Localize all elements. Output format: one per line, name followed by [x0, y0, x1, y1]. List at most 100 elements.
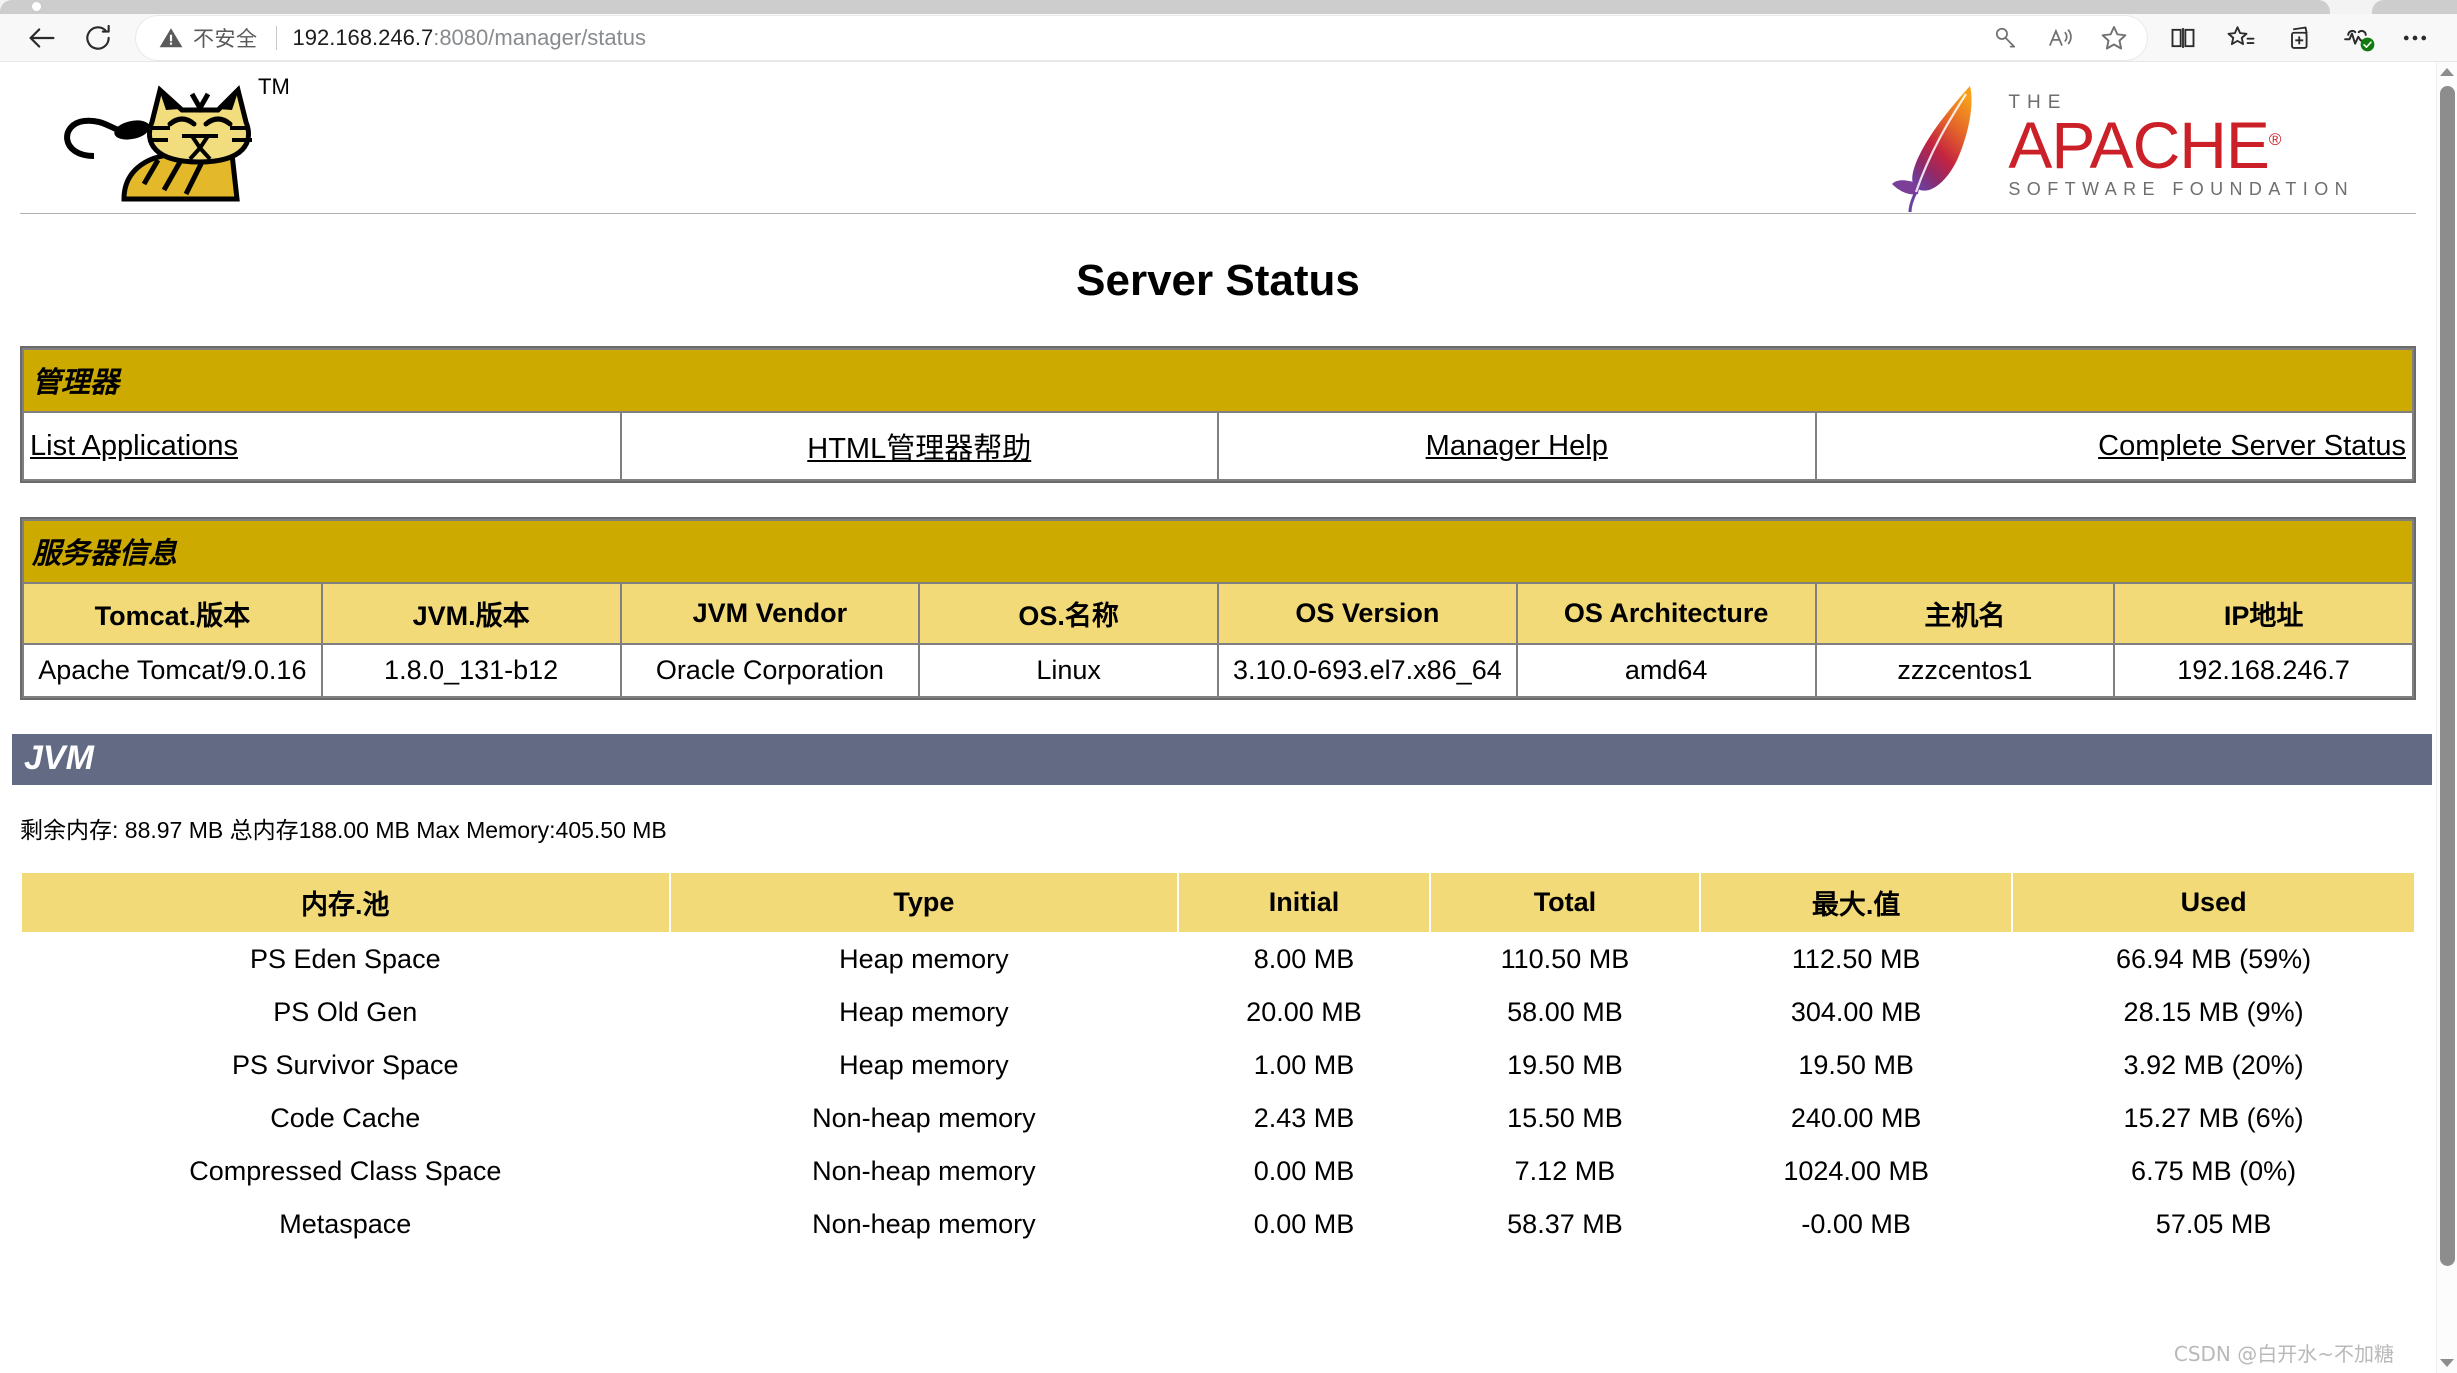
security-label: 不安全: [193, 26, 258, 51]
link-manager-help[interactable]: Manager Help: [1426, 430, 1608, 462]
value-os-name: Linux: [920, 645, 1217, 696]
trademark-symbol: TM: [258, 74, 290, 99]
tomcat-logo: TM: [32, 64, 332, 219]
col-header-type: Type: [670, 873, 1178, 932]
col-header-tomcat-version: Tomcat.版本: [24, 584, 321, 643]
server-info-value-row: Apache Tomcat/9.0.16 1.8.0_131-b12 Oracl…: [24, 645, 2412, 696]
pool-used: 3.92 MB (20%): [2013, 1040, 2414, 1091]
pool-initial: 0.00 MB: [1179, 1199, 1429, 1250]
apache-foundation-label: SOFTWARE FOUNDATION: [2008, 179, 2354, 200]
value-os-version: 3.10.0-693.el7.x86_64: [1219, 645, 1516, 696]
pool-used: 28.15 MB (9%): [2013, 987, 2414, 1038]
manager-link-cell-list-applications[interactable]: List Applications: [24, 413, 620, 479]
col-header-os-architecture: OS Architecture: [1517, 584, 1815, 643]
browser-tab-active[interactable]: [0, 0, 2330, 14]
value-jvm-vendor: Oracle Corporation: [621, 645, 919, 696]
scroll-up-arrow-icon[interactable]: [2440, 68, 2454, 76]
manager-section-title: 管理器: [24, 350, 2412, 411]
col-header-initial: Initial: [1179, 873, 1429, 932]
pool-name: PS Eden Space: [22, 934, 669, 985]
pool-name: Code Cache: [22, 1093, 669, 1144]
apache-wordmark: APACHE®: [2008, 112, 2354, 178]
address-bar[interactable]: 不安全 192.168.246.7:8080/manager/status: [136, 15, 2147, 60]
csdn-watermark: CSDN @白开水~不加糖: [2173, 1342, 2394, 1366]
pool-used: 66.94 MB (59%): [2013, 934, 2414, 985]
pool-used: 6.75 MB (0%): [2013, 1146, 2414, 1197]
scroll-down-arrow-icon[interactable]: [2440, 1359, 2454, 1367]
manager-link-cell-manager-help[interactable]: Manager Help: [1219, 413, 1815, 479]
table-row: Compressed Class Space Non-heap memory 0…: [22, 1146, 2414, 1197]
pool-max: 112.50 MB: [1701, 934, 2012, 985]
col-header-total: Total: [1430, 873, 1700, 932]
col-header-ip-address: IP地址: [2115, 584, 2412, 643]
page-scrollbar[interactable]: [2436, 62, 2457, 1373]
url-host: 192.168.246.7: [292, 24, 434, 50]
table-row: PS Old Gen Heap memory 20.00 MB 58.00 MB…: [22, 987, 2414, 1038]
key-icon[interactable]: [1981, 18, 2031, 58]
col-header-memory-pool: 内存.池: [22, 873, 669, 932]
table-row: Metaspace Non-heap memory 0.00 MB 58.37 …: [22, 1199, 2414, 1250]
link-html-manager-help[interactable]: HTML管理器帮助: [807, 433, 1031, 465]
favorites-list-icon[interactable]: [2213, 16, 2269, 60]
back-button[interactable]: [14, 16, 70, 60]
col-header-used: Used: [2013, 873, 2414, 932]
pool-name: Compressed Class Space: [22, 1146, 669, 1197]
security-indicator[interactable]: 不安全: [158, 23, 258, 53]
pool-used: 57.05 MB: [2013, 1199, 2414, 1250]
omnibox-icon-group: [1981, 18, 2139, 58]
pool-used: 15.27 MB (6%): [2013, 1093, 2414, 1144]
pool-total: 15.50 MB: [1430, 1093, 1700, 1144]
read-aloud-icon[interactable]: [2035, 18, 2085, 58]
back-arrow-icon: [29, 27, 55, 48]
browser-window: 不安全 192.168.246.7:8080/manager/status TM…: [0, 0, 2457, 1373]
page-header: TM THE APACHE® SOFTWARE FOUNDATION: [20, 62, 2416, 214]
link-complete-server-status[interactable]: Complete Server Status: [2098, 430, 2406, 462]
checkmark-badge-icon: [2360, 37, 2375, 51]
favorite-star-icon[interactable]: [2089, 18, 2139, 58]
omnibox-divider: [275, 25, 277, 50]
jvm-section-header: JVM: [12, 734, 2432, 785]
pool-initial: 2.43 MB: [1179, 1093, 1429, 1144]
pool-type: Non-heap memory: [670, 1199, 1178, 1250]
browser-essentials-icon[interactable]: [2329, 16, 2385, 60]
pool-max: 304.00 MB: [1701, 987, 2012, 1038]
apache-feather-icon: [1892, 86, 1972, 212]
pool-type: Heap memory: [670, 987, 1178, 1038]
col-header-hostname: 主机名: [1816, 584, 2114, 643]
tomcat-manager-page: TM THE APACHE® SOFTWARE FOUNDATION Serve…: [0, 62, 2436, 1373]
pool-total: 110.50 MB: [1430, 934, 1700, 985]
collections-icon[interactable]: [2271, 16, 2327, 60]
pool-name: PS Old Gen: [22, 987, 669, 1038]
manager-header-row: 管理器: [24, 350, 2412, 411]
browser-toolbar: 不安全 192.168.246.7:8080/manager/status: [0, 14, 2457, 62]
reload-button[interactable]: [70, 16, 126, 60]
pool-total: 58.00 MB: [1430, 987, 1700, 1038]
pool-max: 240.00 MB: [1701, 1093, 2012, 1144]
value-tomcat-version: Apache Tomcat/9.0.16: [24, 645, 321, 696]
pool-total: 19.50 MB: [1430, 1040, 1700, 1091]
pool-initial: 20.00 MB: [1179, 987, 1429, 1038]
table-row: Code Cache Non-heap memory 2.43 MB 15.50…: [22, 1093, 2414, 1144]
manager-link-cell-complete-status[interactable]: Complete Server Status: [1816, 413, 2412, 479]
pool-max: -0.00 MB: [1701, 1199, 2012, 1250]
manager-link-cell-html-help[interactable]: HTML管理器帮助: [621, 413, 1217, 479]
pool-type: Non-heap memory: [670, 1146, 1178, 1197]
split-screen-icon[interactable]: [2155, 16, 2211, 60]
manager-links-row: List Applications HTML管理器帮助 Manager Help…: [24, 413, 2412, 479]
value-jvm-version: 1.8.0_131-b12: [322, 645, 620, 696]
jvm-memory-summary: 剩余内存: 88.97 MB 总内存188.00 MB Max Memory:4…: [20, 817, 667, 843]
pool-max: 1024.00 MB: [1701, 1146, 2012, 1197]
pool-name: Metaspace: [22, 1199, 669, 1250]
pool-total: 58.37 MB: [1430, 1199, 1700, 1250]
scrollbar-thumb[interactable]: [2440, 86, 2455, 1266]
server-info-header-row: 服务器信息: [24, 521, 2412, 582]
pool-type: Non-heap memory: [670, 1093, 1178, 1144]
link-list-applications[interactable]: List Applications: [30, 430, 238, 462]
browser-tab-secondary[interactable]: [2372, 0, 2457, 14]
url-text[interactable]: 192.168.246.7:8080/manager/status: [293, 25, 1982, 51]
memory-pool-header-row: 内存.池 Type Initial Total 最大.值 Used: [22, 873, 2414, 932]
pool-initial: 0.00 MB: [1179, 1146, 1429, 1197]
apache-logo: THE APACHE® SOFTWARE FOUNDATION: [1886, 80, 2354, 212]
page-title: Server Status: [1076, 256, 1360, 305]
settings-more-icon[interactable]: [2387, 16, 2443, 60]
